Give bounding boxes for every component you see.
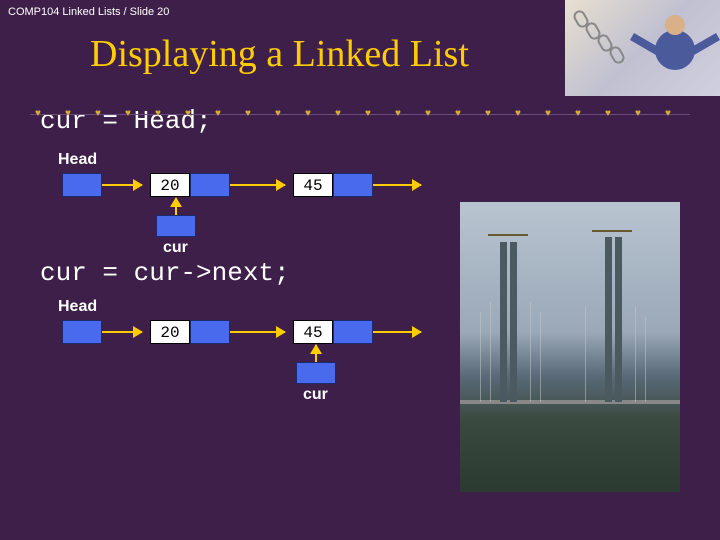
arrow-icon [102,184,142,186]
diagram-1: Head 20 45 cur [0,151,720,256]
node-value: 20 [150,173,190,197]
corner-illustration [565,0,720,96]
cur-box [156,215,196,237]
cur-label: cur [303,386,328,404]
head-label: Head [58,298,97,316]
head-box [62,320,102,344]
diagram-2: Head 20 45 cur [0,298,720,403]
node-value: 20 [150,320,190,344]
arrow-up-icon [315,345,317,362]
arrow-icon [102,331,142,333]
arrow-icon [373,331,421,333]
node-next [333,320,373,344]
node-next [333,173,373,197]
arrow-icon [373,184,421,186]
head-label: Head [58,151,97,169]
head-box [62,173,102,197]
cur-box [296,362,336,384]
node-value: 45 [293,320,333,344]
mascot-icon [640,10,710,85]
node-next [190,173,230,197]
arrow-icon [230,184,285,186]
arrow-icon [230,331,285,333]
arrow-up-icon [175,198,177,215]
divider: ♥ ♥ ♥ ♥ ♥ ♥ ♥ ♥ ♥ ♥ ♥ ♥ ♥ ♥ ♥ ♥ ♥ ♥ ♥ ♥ … [0,108,720,122]
node-next [190,320,230,344]
cur-label: cur [163,239,188,257]
node-value: 45 [293,173,333,197]
